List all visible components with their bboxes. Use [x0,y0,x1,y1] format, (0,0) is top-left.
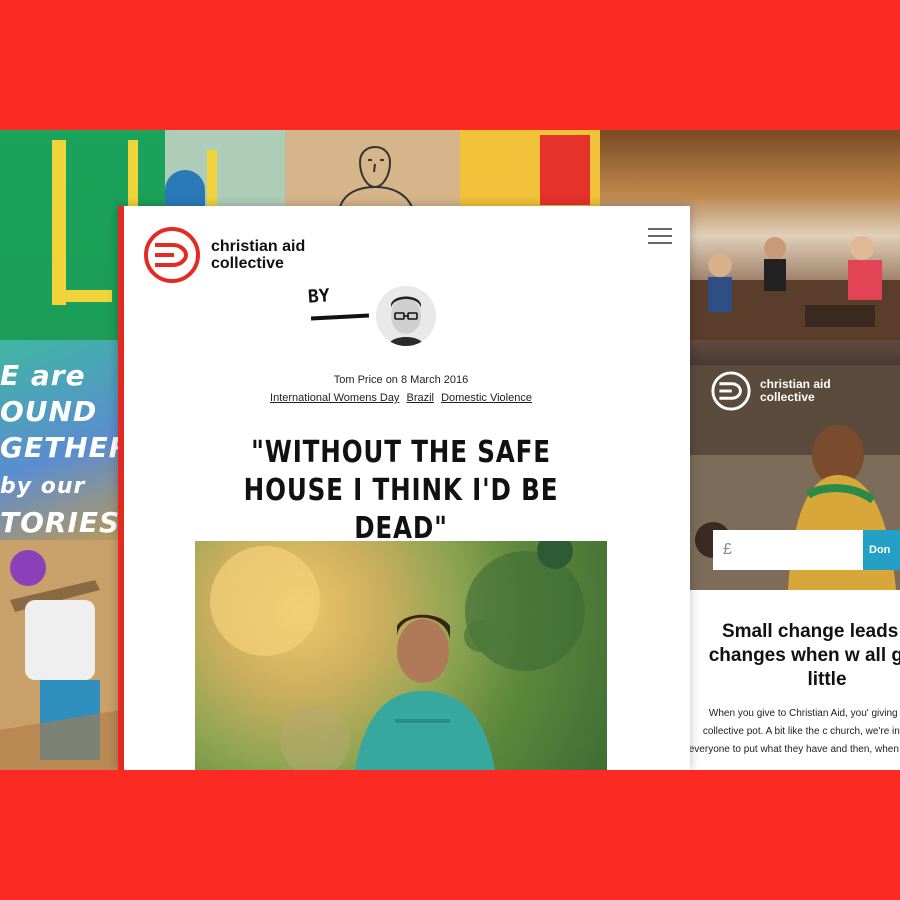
woman-in-garden-illustration [210,541,585,770]
showcase-band: E are OUND GETHER by our TORIES christia… [0,130,900,770]
slogan-line: TORIES [0,506,121,539]
tag-link[interactable]: Domestic Violence [441,392,532,404]
poster-slogan: E are OUND GETHER by our TORIES [0,358,130,541]
collage-patch [540,135,590,205]
campaign-body-text: When you give to Christian Aid, you' giv… [688,708,900,755]
slogan-line: by our [0,474,86,499]
currency-symbol: £ [723,541,732,558]
logo-text: christian aid collective [211,238,305,272]
collage-stripe [207,150,217,210]
article-card: christian aid collective BY Tom Price on… [118,206,690,770]
logo-name-line: collective [211,255,284,272]
byline-underline [310,313,370,321]
site-logo[interactable]: christian aid collective [143,226,305,284]
article-meta: Tom Price on 8 March 2016 [333,374,469,386]
tag-link[interactable]: Brazil [407,392,435,404]
campaign-logo[interactable]: christian aid collective [710,370,831,412]
tag-link[interactable]: International Womens Day [270,392,399,404]
donate-button[interactable]: Don [863,530,900,570]
campaign-heading: Small change leads big changes when w al… [708,621,900,690]
slogan-line: OUND [0,395,98,428]
worker-photo [0,540,120,770]
collage-stripe [52,140,66,305]
logo-name-line: collective [760,390,815,404]
article-title: "WITHOUT THE SAFE HOUSE I THINK I'D BE D… [243,435,559,546]
sketch-portrait-illustration [339,146,413,207]
logo-mark-icon [144,227,200,283]
author-avatar[interactable] [376,286,436,346]
donate-label: Don [869,544,891,556]
article-tags: International Womens Day Brazil Domestic… [118,392,684,404]
hamburger-icon[interactable] [648,228,672,248]
slogan-line: GETHER [0,431,132,464]
donation-amount-input[interactable]: £ [713,530,863,570]
logo-mark-icon [711,371,751,411]
card-red-edge [118,206,124,770]
collage-stripe [52,290,112,302]
author-portrait-icon [376,286,436,346]
slogan-line: E are [0,359,86,392]
byline-label: BY [307,285,331,308]
campaign-logo-text: christian aid collective [760,378,831,404]
collage-figure [165,170,205,210]
article-hero-image [195,541,607,770]
logo-name-line: christian aid [211,238,306,255]
donation-bar: £ Don [713,530,900,570]
